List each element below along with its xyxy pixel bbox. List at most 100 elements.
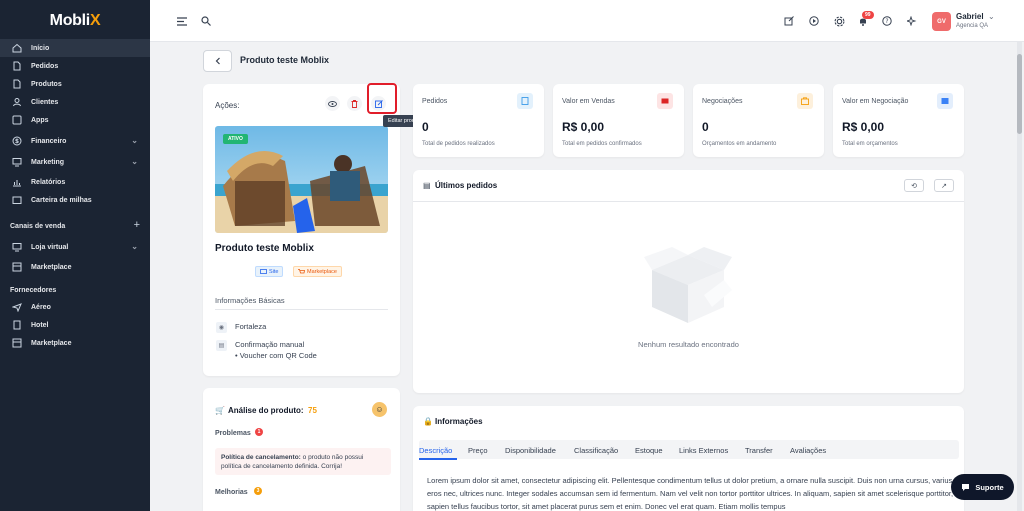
document-icon: ▤ [423, 181, 431, 190]
sidebar-item-relatorios[interactable]: Relatórios [0, 173, 150, 191]
sidebar-item-clientes[interactable]: Clientes [0, 93, 150, 111]
basic-info-label: Informações Básicas [215, 296, 285, 305]
section-sales-title: Canais de venda [10, 223, 66, 230]
external-link-icon[interactable] [783, 15, 795, 27]
wallet-icon [12, 195, 22, 205]
cart-icon [298, 268, 305, 273]
sidebar-item-marketplace-supplier[interactable]: Marketplace [0, 334, 150, 352]
back-button[interactable] [203, 50, 232, 72]
cart-icon: 🛒 [215, 406, 225, 415]
user-company: Agencia QA [956, 23, 989, 29]
edit-highlight-box [367, 83, 397, 114]
tab-bar: Descrição Preço Disponibilidade Classifi… [419, 440, 959, 459]
sidebar: MobliX Início Pedidos Produtos Clientes … [0, 0, 150, 511]
recent-orders-title: Últimos pedidos [435, 181, 498, 190]
problems-label: Problemas [215, 430, 251, 437]
monitor-icon [12, 157, 22, 167]
grid-icon [12, 115, 22, 125]
scrollbar[interactable] [1017, 42, 1022, 511]
file-icon [12, 61, 22, 71]
problems-count: 1 [255, 428, 263, 436]
improvements-label: Melhorias [215, 489, 248, 496]
map-pin-icon: ◉ [216, 322, 227, 333]
stat-sub: Total em pedidos confirmados [562, 141, 642, 147]
stat-card-sales: Valor em Vendas R$ 0,00 Total em pedidos… [553, 84, 684, 157]
view-button[interactable] [325, 96, 340, 111]
scrollbar-thumb[interactable] [1017, 54, 1022, 134]
search-icon[interactable] [200, 15, 212, 27]
tab-preco[interactable]: Preço [468, 446, 488, 455]
smiley-icon: ☺ [372, 402, 387, 417]
document-icon: ▤ [216, 340, 227, 351]
user-name[interactable]: Gabriel [956, 12, 984, 21]
support-button[interactable]: Suporte [951, 474, 1014, 500]
dollar-icon: $ [12, 136, 22, 146]
stat-value: R$ 0,00 [842, 120, 885, 134]
page-title: Produto teste Moblix [240, 55, 330, 65]
tab-classificacao[interactable]: Classificação [574, 446, 618, 455]
svg-text:$: $ [15, 138, 19, 145]
tab-estoque[interactable]: Estoque [635, 446, 663, 455]
tab-transfer[interactable]: Transfer [745, 446, 773, 455]
description-text: Lorem ipsum dolor sit amet, consectetur … [427, 476, 954, 511]
stat-sub: Total em orçamentos [842, 141, 898, 147]
location-row: ◉ Fortaleza [216, 322, 266, 333]
tab-avaliacoes[interactable]: Avaliações [790, 446, 826, 455]
product-name: Produto teste Moblix [215, 243, 314, 254]
file-icon [12, 79, 22, 89]
stat-sub: Total de pedidos realizados [422, 141, 495, 147]
sidebar-item-loja-virtual[interactable]: Loja virtual ⌄ [0, 238, 150, 256]
home-icon [12, 43, 22, 53]
stat-label: Valor em Negociação [842, 98, 909, 105]
monitor-icon [260, 268, 267, 274]
svg-text:?: ? [885, 18, 888, 25]
plane-icon [12, 302, 22, 312]
sidebar-item-marketplace[interactable]: Marketplace [0, 258, 150, 276]
stat-label: Valor em Vendas [562, 98, 615, 105]
tab-disponibilidade[interactable]: Disponibilidade [505, 446, 556, 455]
stat-value: R$ 0,00 [562, 120, 605, 134]
tab-descricao[interactable]: Descrição [419, 446, 452, 455]
sidebar-item-carteira[interactable]: Carteira de milhas [0, 191, 150, 209]
avatar[interactable]: GV [932, 12, 951, 31]
trash-icon [351, 99, 358, 108]
sidebar-item-financeiro[interactable]: $ Financeiro ⌄ [0, 132, 150, 150]
sparkle-icon[interactable] [906, 15, 918, 27]
tab-links-externos[interactable]: Links Externos [679, 446, 728, 455]
chat-icon [962, 483, 970, 491]
problem-box: Política de cancelamento: o produto não … [215, 448, 391, 475]
chevron-left-icon [215, 57, 220, 65]
sidebar-item-produtos[interactable]: Produtos [0, 75, 150, 93]
menu-icon[interactable] [176, 15, 188, 27]
sidebar-item-inicio[interactable]: Início [0, 39, 150, 57]
sidebar-item-apps[interactable]: Apps [0, 111, 150, 129]
sidebar-item-pedidos[interactable]: Pedidos [0, 57, 150, 75]
plus-icon[interactable]: + [134, 219, 140, 231]
document-icon [517, 93, 533, 109]
recent-orders-card: ▤ Últimos pedidos ⟲ ↗ Nenhum resultado e… [413, 170, 964, 393]
product-card: Ações: ATIVO Produto teste Moblix Site M… [203, 84, 400, 376]
chevron-down-icon: ⌄ [131, 242, 138, 251]
hotel-icon [12, 320, 22, 330]
actions-label: Ações: [215, 101, 240, 110]
channel-site-chip: Site [255, 266, 284, 277]
play-icon[interactable] [808, 15, 820, 27]
improvements-count: 3 [254, 487, 262, 495]
stat-value: 0 [422, 120, 429, 134]
chevron-down-icon[interactable]: ⌄ [988, 12, 995, 21]
sidebar-item-marketing[interactable]: Marketing ⌄ [0, 153, 150, 171]
active-tab-indicator [419, 458, 457, 460]
arrow-up-right-icon: ↗ [941, 182, 947, 190]
store-icon [12, 242, 22, 252]
app-logo[interactable]: MobliX [0, 12, 150, 30]
help-icon[interactable]: ? [881, 15, 893, 27]
expand-button[interactable]: ↗ [934, 179, 954, 192]
sidebar-item-aereo[interactable]: Aéreo [0, 298, 150, 316]
info-title: Informações [435, 417, 483, 426]
delete-button[interactable] [347, 96, 362, 111]
refresh-button[interactable]: ⟲ [904, 179, 924, 192]
database-icon [937, 93, 953, 109]
gear-icon[interactable] [833, 15, 845, 27]
analysis-score: 75 [308, 406, 317, 415]
sidebar-item-hotel[interactable]: Hotel [0, 316, 150, 334]
